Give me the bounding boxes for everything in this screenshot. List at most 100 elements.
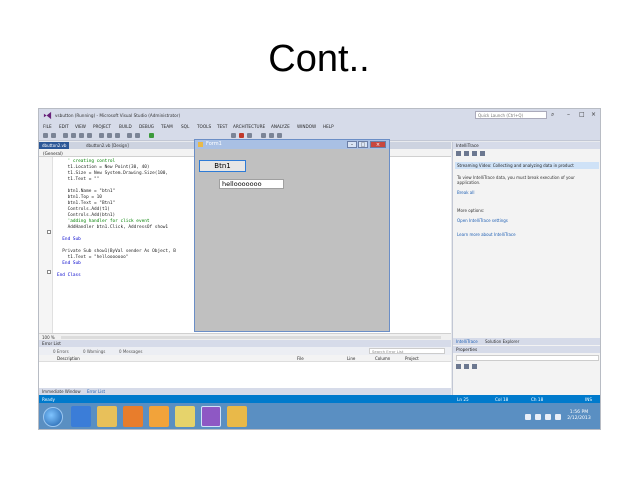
properties-object-dropdown[interactable] — [456, 355, 599, 361]
tab-code[interactable]: dbutton2.vb — [39, 142, 70, 149]
redo-icon[interactable] — [135, 133, 140, 138]
tab-error-list[interactable]: Error List — [87, 389, 105, 394]
filter-icon[interactable] — [480, 151, 485, 156]
menu-tools[interactable]: TOOLS — [197, 124, 211, 129]
stop-icon[interactable] — [239, 133, 244, 138]
error-search-input[interactable]: Search Error List — [369, 348, 445, 354]
break-all-link[interactable]: Break all — [457, 190, 474, 195]
minimize-icon[interactable]: – — [567, 111, 570, 118]
form-close-icon[interactable]: × — [370, 141, 386, 148]
menu-team[interactable]: TEAM — [161, 124, 173, 129]
tab-solution-explorer[interactable]: Solution Explorer — [485, 339, 519, 344]
form1-taskbar-icon[interactable] — [227, 406, 247, 427]
visual-studio-taskbar-icon[interactable] — [201, 406, 221, 427]
error-list-columns: Description File Line Column Project — [39, 355, 451, 362]
open-icon[interactable] — [71, 133, 76, 138]
messages-filter[interactable]: 0 Messages — [119, 349, 142, 354]
file-explorer-icon[interactable] — [97, 406, 117, 427]
t1-textbox[interactable]: hellooooooo — [219, 179, 284, 189]
intellitrace-title: IntelliTrace — [456, 143, 479, 148]
firefox-icon[interactable] — [149, 406, 169, 427]
code-line: btn1.Name = "btn1" — [57, 189, 116, 194]
cut-icon[interactable] — [99, 133, 104, 138]
menu-analyze[interactable]: ANALYZE — [271, 124, 290, 129]
form-maximize-icon[interactable]: □ — [358, 141, 368, 148]
undo-icon[interactable] — [127, 133, 132, 138]
column-project[interactable]: Project — [405, 356, 419, 361]
learn-more-link[interactable]: Learn more about IntelliTrace — [457, 232, 516, 237]
error-list-toolbar: 0 Errors 0 Warnings 0 Messages Search Er… — [39, 347, 451, 355]
flag-icon[interactable] — [535, 414, 541, 420]
clock[interactable]: 1:56 PM 2/12/2013 — [561, 410, 597, 422]
quick-launch-input[interactable]: Quick Launch (Ctrl+Q) — [475, 111, 547, 119]
network-icon[interactable] — [545, 414, 551, 420]
intellitrace-settings-link[interactable]: Open IntelliTrace settings — [457, 218, 508, 223]
pause-icon[interactable] — [231, 133, 236, 138]
forward-icon[interactable] — [51, 133, 56, 138]
restart-icon[interactable] — [247, 133, 252, 138]
step-into-icon[interactable] — [261, 133, 266, 138]
events-icon[interactable] — [456, 151, 461, 156]
menu-test[interactable]: TEST — [217, 124, 227, 129]
column-line[interactable]: Line — [347, 356, 355, 361]
error-list-title: Error List — [42, 341, 61, 346]
intellitrace-event[interactable]: Streaming Video: Collecting and analyzin… — [455, 162, 599, 169]
close-icon[interactable]: × — [591, 111, 596, 118]
back-icon[interactable] — [43, 133, 48, 138]
calls-icon[interactable] — [464, 151, 469, 156]
code-line: End Class — [57, 273, 81, 278]
window-title: vsbutton (Running) - Microsoft Visual St… — [55, 113, 181, 118]
new-project-icon[interactable] — [63, 133, 68, 138]
menu-sql[interactable]: SQL — [181, 124, 189, 129]
menu-edit[interactable]: EDIT — [59, 124, 69, 129]
restore-icon[interactable]: □ — [579, 111, 585, 118]
collapse-icon[interactable] — [47, 230, 51, 234]
internet-explorer-icon[interactable] — [71, 406, 91, 427]
tab-design[interactable]: dbutton2.vb [Design] — [83, 142, 132, 149]
code-line: btn1.Text = "Btn1" — [57, 201, 116, 206]
categorized-icon[interactable] — [456, 364, 461, 369]
column-description[interactable]: Description — [57, 356, 80, 361]
form-minimize-icon[interactable]: – — [347, 141, 357, 148]
property-pages-icon[interactable] — [472, 364, 477, 369]
alphabetical-icon[interactable] — [464, 364, 469, 369]
column-column[interactable]: Column — [375, 356, 390, 361]
continue-icon[interactable] — [149, 133, 154, 138]
start-button[interactable] — [43, 407, 63, 427]
status-mode: INS — [585, 397, 593, 402]
paste-icon[interactable] — [115, 133, 120, 138]
step-over-icon[interactable] — [269, 133, 274, 138]
save-icon[interactable] — [79, 133, 84, 138]
errors-filter[interactable]: 0 Errors — [53, 349, 69, 354]
menu-project[interactable]: PROJECT — [93, 124, 111, 129]
collapse-icon[interactable] — [47, 270, 51, 274]
code-line: t1.Text = "" — [57, 177, 100, 182]
general-dropdown[interactable]: (General) — [43, 151, 63, 156]
tab-immediate-window[interactable]: Immediate Window — [42, 389, 81, 394]
menu-help[interactable]: HELP — [323, 124, 334, 129]
editor-status-bar: 100 % — [39, 333, 451, 340]
visual-studio-logo-icon — [43, 111, 52, 120]
tab-intellitrace[interactable]: IntelliTrace — [456, 339, 478, 344]
menu-debug[interactable]: DEBUG — [139, 124, 154, 129]
menu-architecture[interactable]: ARCHITECTURE — [233, 124, 265, 129]
column-file[interactable]: File — [297, 356, 304, 361]
folder-icon[interactable] — [175, 406, 195, 427]
menu-file[interactable]: FILE — [43, 124, 52, 129]
search-icon[interactable]: ⌕ — [551, 111, 554, 119]
step-out-icon[interactable] — [277, 133, 282, 138]
code-line: 'adding handler for click event — [57, 219, 150, 224]
media-player-icon[interactable] — [123, 406, 143, 427]
warnings-filter[interactable]: 0 Warnings — [83, 349, 105, 354]
form1-window[interactable]: Form1 – □ × Btn1 hellooooooo — [194, 139, 390, 332]
tray-arrow-icon[interactable] — [525, 414, 531, 420]
form1-title-bar[interactable]: Form1 – □ × — [195, 140, 389, 149]
menu-window[interactable]: WINDOW — [297, 124, 316, 129]
settings-icon[interactable] — [472, 151, 477, 156]
copy-icon[interactable] — [107, 133, 112, 138]
horizontal-scrollbar[interactable] — [61, 336, 441, 339]
btn1-button[interactable]: Btn1 — [199, 160, 246, 172]
save-all-icon[interactable] — [87, 133, 92, 138]
menu-build[interactable]: BUILD — [119, 124, 132, 129]
menu-view[interactable]: VIEW — [75, 124, 86, 129]
